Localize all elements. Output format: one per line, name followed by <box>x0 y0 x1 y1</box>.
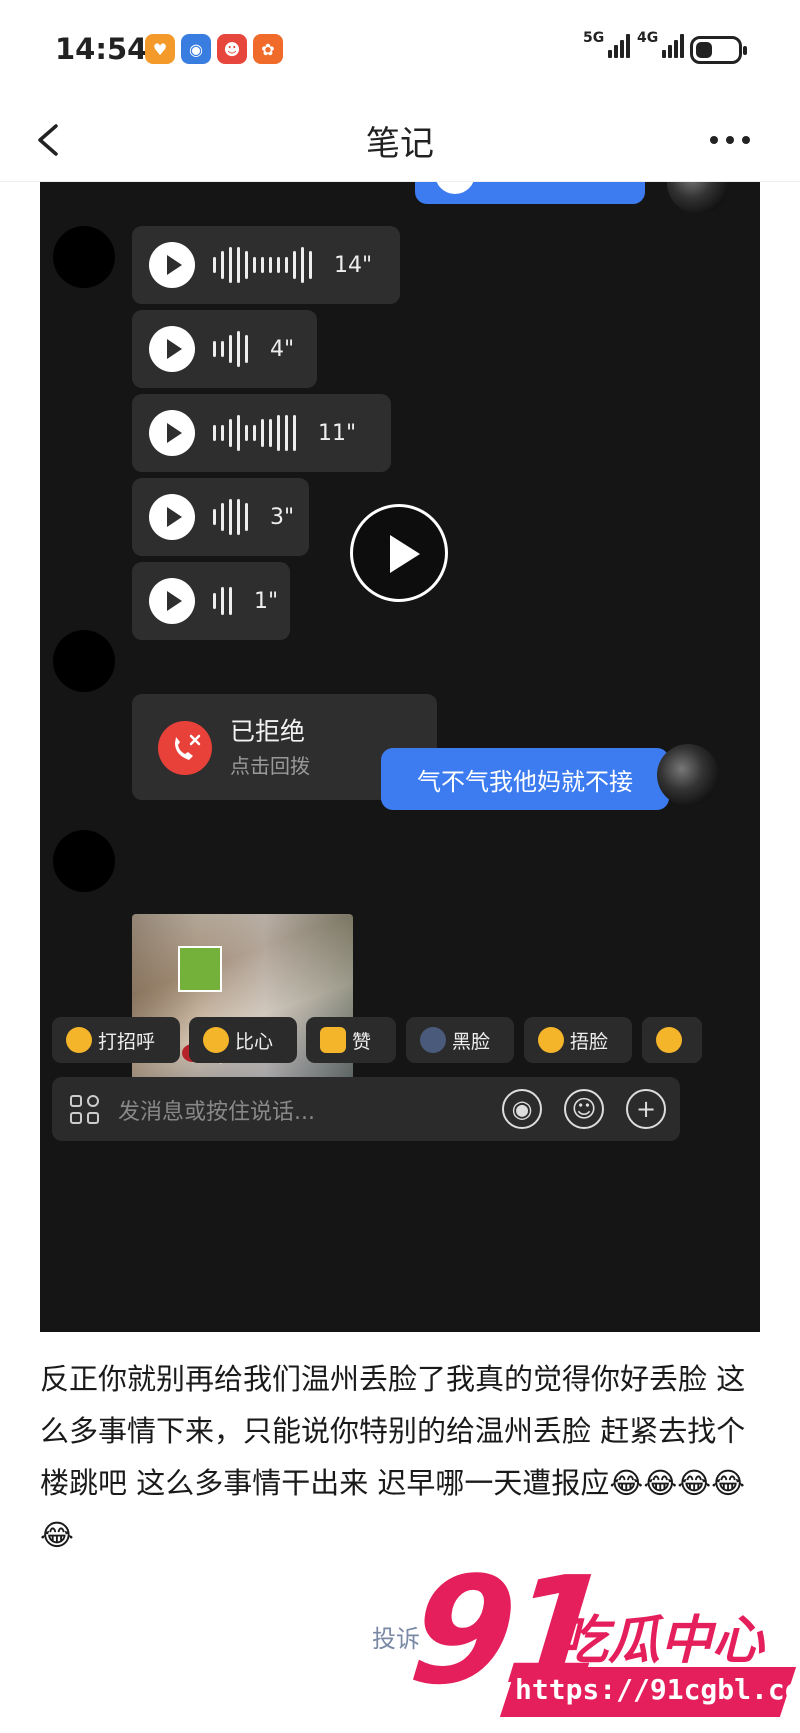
battery-icon <box>690 36 747 64</box>
voice-message[interactable]: 11" <box>132 394 391 472</box>
quick-reply-chip[interactable]: 捂脸 <box>524 1017 632 1063</box>
quick-reply-chip[interactable]: 比心 <box>189 1017 297 1063</box>
play-icon[interactable] <box>149 578 195 624</box>
phone-declined-icon <box>158 721 212 775</box>
emoji-icon[interactable]: ☺ <box>564 1089 604 1129</box>
thumbs-up-icon <box>320 1027 346 1053</box>
dark-face-emoji-icon <box>420 1027 446 1053</box>
voice-input-icon[interactable]: ◉ <box>502 1089 542 1129</box>
play-icon[interactable] <box>149 494 195 540</box>
apps-grid-icon[interactable] <box>70 1095 102 1125</box>
status-time: 14:54 <box>55 32 148 66</box>
smile-emoji-icon <box>656 1027 682 1053</box>
status-bar: 14:54 ♥ ◉ ☻ ✿ 5G 4G <box>0 0 800 100</box>
sent-text-bubble: 气不气我他妈就不接 <box>381 748 669 810</box>
shop-app-icon: ✿ <box>253 34 283 64</box>
heart-app-icon: ♥ <box>145 34 175 64</box>
chat-screenshot: 8" 14" 4" 11" 3" 1" <box>40 182 760 1332</box>
contact-avatar <box>53 830 115 892</box>
sticker-image <box>178 946 222 992</box>
contact-avatar <box>53 226 115 288</box>
message-input-bar[interactable]: 发消息或按住说话... ◉ ☺ + <box>52 1077 680 1141</box>
sender-avatar <box>667 182 729 214</box>
radio-app-icon: ◉ <box>181 34 211 64</box>
voice-duration: 1" <box>254 588 279 614</box>
sender-avatar <box>657 744 719 806</box>
voice-duration: 14" <box>334 252 373 278</box>
signal-4g-icon: 4G <box>637 30 685 58</box>
quick-reply-chip[interactable]: 打招呼 <box>52 1017 180 1063</box>
call-back-label: 点击回拨 <box>230 754 310 778</box>
note-caption: 反正你就别再给我们温州丢脸了我真的觉得你好丢脸 这么多事情下来，只能说你特别的给… <box>40 1362 746 1552</box>
voice-duration: 3" <box>270 504 295 530</box>
voice-message[interactable]: 14" <box>132 226 400 304</box>
watermark-logo-text: 吃瓜中心 <box>556 1611 765 1671</box>
play-icon[interactable] <box>149 326 195 372</box>
message-input[interactable]: 发消息或按住说话... <box>118 1094 315 1126</box>
play-icon[interactable] <box>149 410 195 456</box>
contact-avatar <box>53 630 115 692</box>
heart-emoji-icon <box>203 1027 229 1053</box>
voice-message[interactable]: 1" <box>132 562 290 640</box>
more-options-icon[interactable] <box>710 136 750 144</box>
voice-duration: 4" <box>270 336 295 362</box>
quick-reply-chip[interactable]: 黑脸 <box>406 1017 514 1063</box>
quick-reply-chip[interactable]: 赞 <box>306 1017 396 1063</box>
voice-duration: 11" <box>318 420 357 446</box>
facepalm-emoji-icon <box>538 1027 564 1053</box>
video-play-icon[interactable] <box>350 504 448 602</box>
wave-emoji-icon <box>66 1027 92 1053</box>
game-app-icon: ☻ <box>217 34 247 64</box>
sent-voice-bubble: 8" <box>415 182 645 204</box>
top-nav-bar: 笔记 <box>0 100 800 182</box>
voice-message[interactable]: 3" <box>132 478 309 556</box>
call-status: 已拒绝 <box>230 717 306 746</box>
plus-icon[interactable]: + <box>626 1089 666 1129</box>
notification-icons: ♥ ◉ ☻ ✿ <box>145 34 283 64</box>
voice-message[interactable]: 4" <box>132 310 317 388</box>
play-icon[interactable] <box>149 242 195 288</box>
video-thumbnail[interactable] <box>132 914 353 1104</box>
signal-5g-icon: 5G <box>583 30 631 58</box>
page-title: 笔记 <box>366 124 434 164</box>
quick-reply-chip[interactable] <box>642 1017 702 1063</box>
watermark-url: https://91cgbl.com <box>515 1673 800 1706</box>
quick-reply-bar: 打招呼 比心 赞 黑脸 捂脸 <box>52 1017 760 1065</box>
